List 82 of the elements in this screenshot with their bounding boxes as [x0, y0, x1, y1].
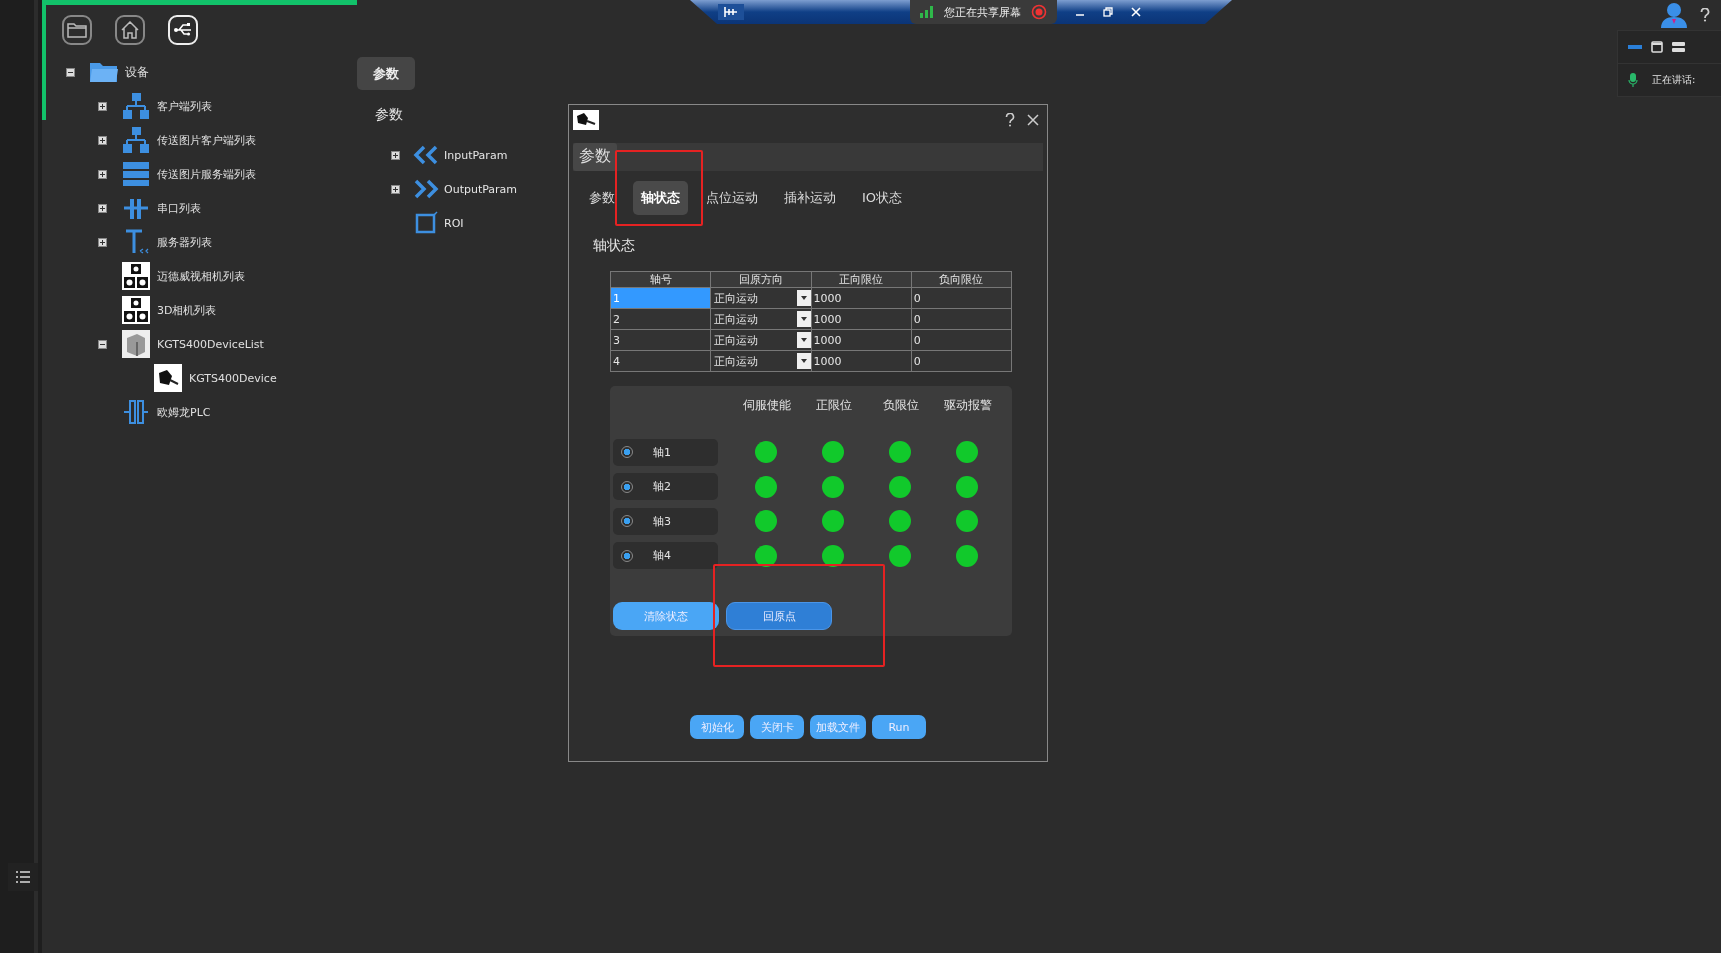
- tree-item[interactable]: 客户端列表: [157, 98, 212, 114]
- speaking-label: 正在讲话:: [1652, 73, 1696, 87]
- table-cell[interactable]: 2: [610, 308, 711, 330]
- plc-icon: [121, 398, 151, 426]
- camera-group-icon: [121, 296, 151, 324]
- motor-icon: [153, 364, 183, 392]
- expander-icon[interactable]: [98, 339, 107, 349]
- expander-icon[interactable]: [98, 203, 107, 213]
- expander-icon[interactable]: [66, 67, 75, 77]
- expander-icon[interactable]: [98, 135, 107, 145]
- section-title: 轴状态: [593, 237, 636, 255]
- expander-icon[interactable]: [98, 237, 107, 247]
- tree-item[interactable]: 传送图片服务端列表: [157, 166, 256, 182]
- tree-item[interactable]: KGTS400DeviceList: [157, 337, 264, 351]
- tree-item[interactable]: 3D相机列表: [157, 302, 217, 318]
- home-icon[interactable]: [115, 15, 145, 45]
- tree-item[interactable]: 传送图片客户端列表: [157, 132, 256, 148]
- tree-item[interactable]: 串口列表: [157, 200, 201, 216]
- axis-radio[interactable]: 轴2: [613, 473, 718, 501]
- microphone-icon: [1628, 73, 1638, 87]
- param-button[interactable]: 参数: [357, 57, 415, 90]
- tree-item[interactable]: 设备: [125, 63, 149, 81]
- stop-share-icon[interactable]: [1031, 4, 1047, 20]
- tree-item[interactable]: KGTS400Device: [189, 371, 277, 385]
- tree-item[interactable]: OutputParam: [444, 182, 518, 196]
- menu-icon[interactable]: [8, 863, 38, 891]
- column-header: 负向限位: [911, 271, 1012, 288]
- direction-dropdown[interactable]: 正向运动: [711, 351, 811, 371]
- tree-item[interactable]: 迈德威视相机列表: [157, 268, 245, 284]
- direction-dropdown[interactable]: 正向运动: [711, 330, 811, 350]
- column-header: 正向限位: [811, 271, 912, 288]
- restore-icon[interactable]: [1103, 7, 1113, 17]
- expander-icon[interactable]: [98, 169, 107, 179]
- tree-item[interactable]: 服务器列表: [157, 234, 212, 250]
- folder-icon: [89, 60, 119, 84]
- action-button[interactable]: 回原点: [726, 602, 832, 630]
- table-cell[interactable]: 3: [610, 329, 711, 351]
- tab[interactable]: 插补运动: [776, 181, 844, 215]
- expander-icon[interactable]: [391, 150, 400, 160]
- column-header: 伺服使能: [741, 396, 792, 414]
- tree-item[interactable]: ROI: [444, 216, 464, 230]
- tree-item[interactable]: InputParam: [444, 148, 508, 162]
- minimize-icon[interactable]: [1628, 44, 1642, 50]
- expander-icon[interactable]: [391, 184, 400, 194]
- server-icon: [121, 160, 151, 188]
- tab[interactable]: IO状态: [854, 181, 911, 215]
- axis-radio[interactable]: 轴1: [613, 438, 718, 466]
- tab[interactable]: 轴状态: [633, 181, 688, 215]
- user-avatar-icon[interactable]: [1659, 2, 1689, 28]
- folder-icon[interactable]: [62, 15, 92, 45]
- tab[interactable]: 参数: [581, 181, 623, 215]
- tree-item[interactable]: 欧姆龙PLC: [157, 404, 211, 420]
- column-header: 正限位: [814, 396, 853, 414]
- network-icon: [121, 92, 151, 120]
- direction-dropdown[interactable]: 正向运动: [711, 309, 811, 329]
- tree-root-label: 参数: [375, 106, 404, 124]
- usb-icon[interactable]: [168, 15, 198, 45]
- double-chevron-left-icon: [412, 145, 440, 165]
- column-header: 轴号: [610, 271, 711, 288]
- double-chevron-right-icon: [412, 179, 440, 199]
- list-icon[interactable]: [1672, 41, 1685, 53]
- axis-radio[interactable]: 轴3: [613, 507, 718, 535]
- device-photo-icon: [121, 330, 151, 358]
- direction-dropdown[interactable]: 正向运动: [711, 288, 811, 308]
- tab[interactable]: 点位运动: [698, 181, 766, 215]
- column-header: 回原方向: [710, 271, 811, 288]
- axis-radio[interactable]: 轴4: [613, 542, 718, 570]
- signal-icon: [920, 6, 934, 18]
- window-icon[interactable]: [1651, 41, 1663, 53]
- close-icon[interactable]: [1027, 114, 1039, 126]
- camera-group-icon: [121, 262, 151, 290]
- help-icon[interactable]: [1700, 8, 1710, 22]
- share-status-text: 您正在共享屏幕: [944, 4, 1021, 20]
- expander-icon[interactable]: [98, 101, 107, 111]
- column-header: 负限位: [881, 396, 920, 414]
- network-icon: [121, 126, 151, 154]
- column-header: 驱动报警: [942, 396, 993, 414]
- group-tab[interactable]: 参数: [573, 143, 617, 171]
- motor-icon: [573, 110, 599, 130]
- table-cell[interactable]: 4: [610, 350, 711, 372]
- help-icon[interactable]: [1005, 113, 1015, 127]
- pin-icon[interactable]: [718, 4, 744, 20]
